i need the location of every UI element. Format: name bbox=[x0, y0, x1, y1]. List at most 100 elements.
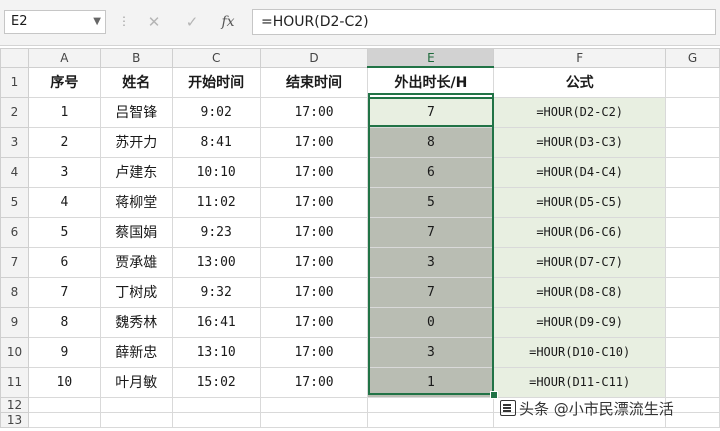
end-time-cell[interactable]: 17:00 bbox=[259, 96, 369, 128]
row-header[interactable]: 2 bbox=[0, 96, 29, 128]
start-time-cell[interactable]: 13:10 bbox=[171, 336, 261, 368]
end-time-cell[interactable]: 17:00 bbox=[259, 156, 369, 188]
header-cell-end[interactable]: 结束时间 bbox=[259, 66, 369, 98]
seq-cell[interactable]: 3 bbox=[27, 156, 101, 188]
start-time-cell[interactable]: 9:23 bbox=[171, 216, 261, 248]
row-header[interactable]: 4 bbox=[0, 156, 29, 188]
seq-cell[interactable]: 7 bbox=[27, 276, 101, 308]
start-time-cell[interactable]: 10:10 bbox=[171, 156, 261, 188]
formula-cell[interactable]: =HOUR(D4-C4) bbox=[493, 156, 667, 188]
column-header-b[interactable]: B bbox=[99, 48, 173, 68]
name-cell[interactable]: 蒋柳堂 bbox=[99, 186, 173, 218]
chevron-down-icon[interactable]: ▼ bbox=[93, 11, 101, 33]
end-time-cell[interactable]: 17:00 bbox=[259, 126, 369, 158]
header-cell-formula[interactable]: 公式 bbox=[493, 66, 667, 98]
name-box[interactable]: E2 ▼ bbox=[4, 10, 106, 34]
duration-cell[interactable]: 3 bbox=[367, 336, 495, 368]
duration-cell[interactable]: 3 bbox=[367, 246, 495, 278]
insert-function-icon[interactable]: fx bbox=[216, 10, 240, 34]
end-time-cell[interactable]: 17:00 bbox=[259, 336, 369, 368]
formula-cell[interactable]: =HOUR(D2-C2) bbox=[493, 96, 667, 128]
row-header[interactable]: 12 bbox=[0, 396, 29, 413]
end-time-cell[interactable]: 17:00 bbox=[259, 246, 369, 278]
seq-cell[interactable]: 4 bbox=[27, 186, 101, 218]
duration-cell[interactable]: 6 bbox=[367, 156, 495, 188]
fill-handle[interactable] bbox=[490, 391, 498, 399]
cell[interactable] bbox=[665, 246, 720, 278]
enter-icon[interactable]: ✓ bbox=[180, 10, 204, 34]
seq-cell[interactable]: 2 bbox=[27, 126, 101, 158]
cell[interactable] bbox=[665, 66, 720, 98]
cell[interactable] bbox=[665, 366, 720, 398]
name-cell[interactable]: 叶月敏 bbox=[99, 366, 173, 398]
cell[interactable] bbox=[665, 276, 720, 308]
formula-input[interactable]: =HOUR(D2-C2) bbox=[252, 9, 716, 35]
column-header-e[interactable]: E bbox=[367, 48, 495, 68]
name-cell[interactable]: 薛新忠 bbox=[99, 336, 173, 368]
cell[interactable] bbox=[259, 411, 369, 428]
formula-cell[interactable]: =HOUR(D11-C11) bbox=[493, 366, 667, 398]
header-cell-seq[interactable]: 序号 bbox=[27, 66, 101, 98]
row-header[interactable]: 8 bbox=[0, 276, 29, 308]
cancel-icon[interactable]: ✕ bbox=[142, 10, 166, 34]
cell[interactable] bbox=[99, 396, 173, 413]
column-header-d[interactable]: D bbox=[259, 48, 369, 68]
seq-cell[interactable]: 8 bbox=[27, 306, 101, 338]
cell[interactable] bbox=[27, 396, 101, 413]
name-cell[interactable]: 吕智锋 bbox=[99, 96, 173, 128]
cell[interactable] bbox=[27, 411, 101, 428]
cell[interactable] bbox=[367, 396, 495, 413]
name-cell[interactable]: 贾承雄 bbox=[99, 246, 173, 278]
cell[interactable] bbox=[367, 411, 495, 428]
formula-cell[interactable]: =HOUR(D3-C3) bbox=[493, 126, 667, 158]
formula-cell[interactable]: =HOUR(D10-C10) bbox=[493, 336, 667, 368]
cell[interactable] bbox=[171, 411, 261, 428]
start-time-cell[interactable]: 16:41 bbox=[171, 306, 261, 338]
row-header[interactable]: 3 bbox=[0, 126, 29, 158]
name-cell[interactable]: 丁树成 bbox=[99, 276, 173, 308]
cell[interactable] bbox=[665, 96, 720, 128]
header-cell-name[interactable]: 姓名 bbox=[99, 66, 173, 98]
header-cell-start[interactable]: 开始时间 bbox=[171, 66, 261, 98]
name-cell[interactable]: 魏秀林 bbox=[99, 306, 173, 338]
row-header[interactable]: 10 bbox=[0, 336, 29, 368]
cell[interactable] bbox=[259, 396, 369, 413]
name-cell[interactable]: 卢建东 bbox=[99, 156, 173, 188]
name-cell[interactable]: 蔡国娟 bbox=[99, 216, 173, 248]
cell[interactable] bbox=[665, 306, 720, 338]
duration-cell[interactable]: 8 bbox=[367, 126, 495, 158]
name-cell[interactable]: 苏开力 bbox=[99, 126, 173, 158]
cell[interactable] bbox=[665, 216, 720, 248]
duration-cell[interactable]: 0 bbox=[367, 306, 495, 338]
row-header[interactable]: 9 bbox=[0, 306, 29, 338]
formula-cell[interactable]: =HOUR(D5-C5) bbox=[493, 186, 667, 218]
seq-cell[interactable]: 1 bbox=[27, 96, 101, 128]
end-time-cell[interactable]: 17:00 bbox=[259, 186, 369, 218]
duration-cell[interactable]: 1 bbox=[367, 366, 495, 398]
cell[interactable] bbox=[665, 336, 720, 368]
formula-cell[interactable]: =HOUR(D7-C7) bbox=[493, 246, 667, 278]
seq-cell[interactable]: 9 bbox=[27, 336, 101, 368]
end-time-cell[interactable]: 17:00 bbox=[259, 366, 369, 398]
duration-cell[interactable]: 7 bbox=[367, 96, 495, 128]
formula-cell[interactable]: =HOUR(D8-C8) bbox=[493, 276, 667, 308]
seq-cell[interactable]: 5 bbox=[27, 216, 101, 248]
row-header[interactable]: 5 bbox=[0, 186, 29, 218]
start-time-cell[interactable]: 11:02 bbox=[171, 186, 261, 218]
row-header[interactable]: 1 bbox=[0, 66, 29, 98]
header-cell-duration[interactable]: 外出时长/H bbox=[367, 66, 495, 98]
column-header-c[interactable]: C bbox=[171, 48, 261, 68]
cell[interactable] bbox=[665, 156, 720, 188]
column-header-g[interactable]: G bbox=[665, 48, 720, 68]
row-header[interactable]: 13 bbox=[0, 411, 29, 428]
column-header-a[interactable]: A bbox=[27, 48, 101, 68]
start-time-cell[interactable]: 9:02 bbox=[171, 96, 261, 128]
start-time-cell[interactable]: 8:41 bbox=[171, 126, 261, 158]
formula-cell[interactable]: =HOUR(D6-C6) bbox=[493, 216, 667, 248]
end-time-cell[interactable]: 17:00 bbox=[259, 276, 369, 308]
formula-cell[interactable]: =HOUR(D9-C9) bbox=[493, 306, 667, 338]
row-header[interactable]: 6 bbox=[0, 216, 29, 248]
row-header[interactable]: 11 bbox=[0, 366, 29, 398]
row-header[interactable]: 7 bbox=[0, 246, 29, 278]
start-time-cell[interactable]: 13:00 bbox=[171, 246, 261, 278]
